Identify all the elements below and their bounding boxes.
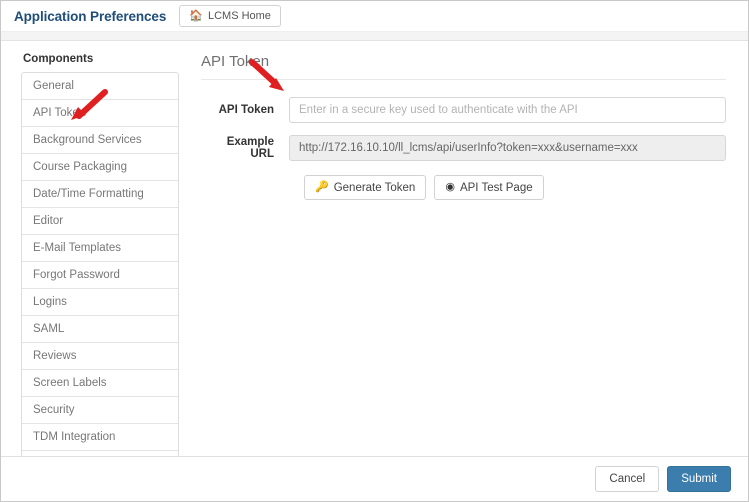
example-url-label: Example URL bbox=[226, 136, 274, 160]
sidebar-item-label: TDM Integration bbox=[33, 431, 116, 443]
page-header: Application Preferences 🏠 LCMS Home bbox=[1, 1, 748, 31]
sidebar-item-label: Reviews bbox=[33, 350, 77, 362]
sidebar-item-general[interactable]: General bbox=[22, 73, 178, 100]
components-sidebar: Components General API Token Background … bbox=[1, 53, 179, 479]
sidebar-item-security[interactable]: Security bbox=[22, 397, 178, 424]
application-preferences-page: Application Preferences 🏠 LCMS Home Comp… bbox=[0, 0, 749, 502]
sidebar-item-date-time-formatting[interactable]: Date/Time Formatting bbox=[22, 181, 178, 208]
sidebar-item-reviews[interactable]: Reviews bbox=[22, 343, 178, 370]
sidebar-item-tdm-integration[interactable]: TDM Integration bbox=[22, 424, 178, 451]
generate-token-label: Generate Token bbox=[333, 181, 416, 194]
section-title: API Token bbox=[201, 53, 270, 70]
sidebar-item-label: Forgot Password bbox=[33, 269, 120, 281]
sidebar-item-label: API Token bbox=[33, 107, 86, 119]
component-list: General API Token Background Services Co… bbox=[21, 72, 179, 479]
sidebar-item-label: E-Mail Templates bbox=[33, 242, 121, 254]
section-divider bbox=[201, 79, 726, 80]
sidebar-item-label: Screen Labels bbox=[33, 377, 107, 389]
api-token-input[interactable] bbox=[289, 97, 726, 123]
page-title: Application Preferences bbox=[14, 8, 167, 24]
submit-button[interactable]: Submit bbox=[667, 466, 731, 492]
sidebar-item-screen-labels[interactable]: Screen Labels bbox=[22, 370, 178, 397]
main-content: API Token API Token Example URL 🔑 Genera… bbox=[179, 53, 748, 479]
page-body: Components General API Token Background … bbox=[1, 41, 748, 479]
sidebar-item-label: Logins bbox=[33, 296, 67, 308]
api-token-label: API Token bbox=[218, 104, 274, 116]
sidebar-item-email-templates[interactable]: E-Mail Templates bbox=[22, 235, 178, 262]
components-heading: Components bbox=[23, 53, 94, 65]
action-button-row: 🔑 Generate Token ◉ API Test Page bbox=[304, 175, 726, 200]
generate-token-button[interactable]: 🔑 Generate Token bbox=[304, 175, 427, 200]
sidebar-item-label: Date/Time Formatting bbox=[33, 188, 144, 200]
sidebar-item-forgot-password[interactable]: Forgot Password bbox=[22, 262, 178, 289]
sidebar-item-label: General bbox=[33, 80, 74, 92]
api-token-field-row: API Token bbox=[201, 97, 726, 123]
sidebar-item-label: Security bbox=[33, 404, 75, 416]
lcms-home-button[interactable]: 🏠 LCMS Home bbox=[179, 5, 281, 27]
play-circle-icon: ◉ bbox=[445, 181, 455, 193]
cancel-button[interactable]: Cancel bbox=[595, 466, 660, 492]
example-url-input[interactable] bbox=[289, 135, 726, 161]
api-test-page-button[interactable]: ◉ API Test Page bbox=[434, 175, 544, 200]
sidebar-item-api-token[interactable]: API Token bbox=[22, 100, 178, 127]
sidebar-item-course-packaging[interactable]: Course Packaging bbox=[22, 154, 178, 181]
sidebar-item-label: Course Packaging bbox=[33, 161, 127, 173]
sidebar-item-logins[interactable]: Logins bbox=[22, 289, 178, 316]
key-icon: 🔑 bbox=[315, 181, 329, 193]
example-url-field-row: Example URL bbox=[201, 135, 726, 161]
home-icon: 🏠 bbox=[189, 9, 203, 22]
form-footer: Cancel Submit bbox=[1, 456, 748, 501]
header-divider-strip bbox=[1, 31, 748, 41]
api-test-page-label: API Test Page bbox=[459, 181, 533, 194]
sidebar-item-label: Editor bbox=[33, 215, 64, 227]
sidebar-item-saml[interactable]: SAML bbox=[22, 316, 178, 343]
sidebar-item-editor[interactable]: Editor bbox=[22, 208, 178, 235]
sidebar-item-label: SAML bbox=[33, 323, 65, 335]
sidebar-item-background-services[interactable]: Background Services bbox=[22, 127, 178, 154]
sidebar-item-label: Background Services bbox=[33, 134, 142, 146]
lcms-home-label: LCMS Home bbox=[207, 10, 271, 22]
